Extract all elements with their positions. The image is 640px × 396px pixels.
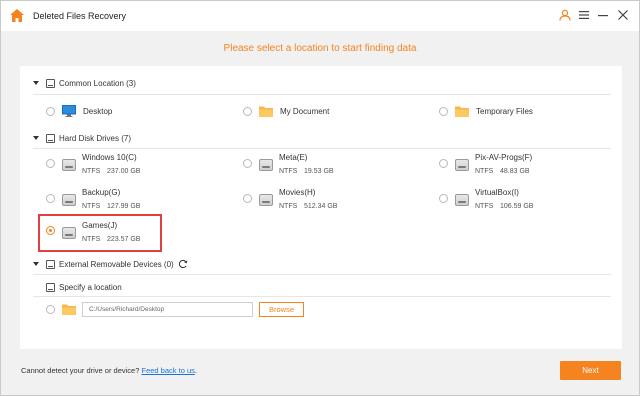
hard-drive-icon	[259, 159, 273, 171]
footer-text: Cannot detect your drive or device?	[21, 366, 140, 375]
removable-devices-title: External Removable Devices (0)	[59, 259, 174, 269]
drive-name: Backup(G)	[82, 188, 121, 197]
drive-item[interactable]: Pix-AV-Progs(F) NTFS 48.83 GB	[455, 153, 605, 183]
collapse-triangle-icon[interactable]	[33, 136, 39, 140]
browse-button[interactable]: Browse	[259, 302, 304, 317]
drive-size: 19.53 GB	[304, 168, 334, 175]
page-headline: Please select a location to start findin…	[223, 43, 417, 54]
radio-desktop[interactable]	[46, 107, 55, 116]
path-input[interactable]: C:/Users/Richard/Desktop	[82, 302, 253, 317]
drive-size: 237.00 GB	[107, 168, 141, 175]
divider	[33, 274, 611, 275]
drive-size: 512.34 GB	[304, 203, 338, 210]
hard-drive-icon	[455, 159, 469, 171]
next-button[interactable]: Next	[560, 361, 621, 380]
divider	[33, 296, 611, 297]
refresh-icon[interactable]	[178, 259, 188, 269]
radio-drive-h[interactable]	[243, 194, 252, 203]
menu-icon[interactable]	[578, 9, 590, 21]
radio-drive-f[interactable]	[439, 159, 448, 168]
drive-name: VirtualBox(I)	[475, 188, 519, 197]
specify-location-title: Specify a location	[59, 282, 122, 292]
drive-item[interactable]: Meta(E) NTFS 19.53 GB	[259, 153, 409, 183]
app-window: Deleted Files Recovery Please select a l…	[0, 0, 640, 396]
desktop-icon	[62, 105, 76, 117]
drive-filesystem: NTFS	[279, 168, 298, 175]
drive-small-icon	[46, 78, 55, 88]
footer-message: Cannot detect your drive or device? Feed…	[21, 366, 197, 375]
folder-icon	[259, 106, 273, 117]
feedback-link[interactable]: Feed back to us	[142, 366, 195, 375]
radio-specify-location[interactable]	[46, 305, 55, 314]
radio-drive-c[interactable]	[46, 159, 55, 168]
radio-temporary-files[interactable]	[439, 107, 448, 116]
folder-icon	[455, 106, 469, 117]
hard-disk-drives-title: Hard Disk Drives (7)	[59, 133, 132, 143]
minimize-icon[interactable]	[597, 9, 609, 21]
folder-icon	[62, 304, 76, 315]
drive-name: Windows 10(C)	[82, 153, 137, 162]
divider	[33, 94, 611, 95]
drive-small-icon	[46, 282, 55, 292]
user-icon[interactable]	[559, 9, 571, 21]
hard-drive-icon	[62, 194, 76, 206]
drive-item[interactable]: VirtualBox(I) NTFS 106.59 GB	[455, 188, 605, 218]
drive-name: Movies(H)	[279, 188, 316, 197]
location-desktop-label[interactable]: Desktop	[83, 107, 112, 116]
hard-drive-icon	[259, 194, 273, 206]
drive-size: 48.83 GB	[500, 168, 530, 175]
drive-filesystem: NTFS	[475, 203, 494, 210]
drive-item[interactable]: Windows 10(C) NTFS 237.00 GB	[62, 153, 212, 183]
radio-my-document[interactable]	[243, 107, 252, 116]
common-location-header[interactable]: Common Location (3)	[33, 76, 136, 90]
drive-filesystem: NTFS	[475, 168, 494, 175]
drive-name: Pix-AV-Progs(F)	[475, 153, 533, 162]
drive-size: 127.99 GB	[107, 203, 141, 210]
home-icon	[10, 9, 24, 22]
hard-drive-icon	[62, 159, 76, 171]
title-bar: Deleted Files Recovery	[1, 1, 639, 31]
radio-drive-i[interactable]	[439, 194, 448, 203]
drive-name: Meta(E)	[279, 153, 308, 162]
collapse-triangle-icon[interactable]	[33, 262, 39, 266]
location-my-document-label[interactable]: My Document	[280, 107, 329, 116]
common-location-title: Common Location (3)	[59, 78, 136, 88]
radio-drive-e[interactable]	[243, 159, 252, 168]
specify-location-header: Specify a location	[33, 280, 122, 294]
app-title: Deleted Files Recovery	[33, 11, 127, 21]
hard-disk-drives-header[interactable]: Hard Disk Drives (7)	[33, 131, 131, 145]
removable-devices-header[interactable]: External Removable Devices (0)	[33, 257, 188, 271]
close-icon[interactable]	[617, 9, 629, 21]
drive-filesystem: NTFS	[82, 168, 101, 175]
drive-item[interactable]: Movies(H) NTFS 512.34 GB	[259, 188, 409, 218]
footer-period: .	[194, 366, 197, 375]
drive-small-icon	[46, 133, 55, 143]
hard-drive-icon	[455, 194, 469, 206]
drive-small-icon	[46, 259, 55, 269]
drive-size: 106.59 GB	[500, 203, 534, 210]
collapse-triangle-icon[interactable]	[33, 81, 39, 85]
selection-highlight-box	[38, 214, 162, 252]
divider	[33, 148, 611, 149]
radio-drive-g[interactable]	[46, 194, 55, 203]
drive-filesystem: NTFS	[82, 203, 101, 210]
location-temporary-files-label[interactable]: Temporary Files	[476, 107, 533, 116]
drive-filesystem: NTFS	[279, 203, 298, 210]
